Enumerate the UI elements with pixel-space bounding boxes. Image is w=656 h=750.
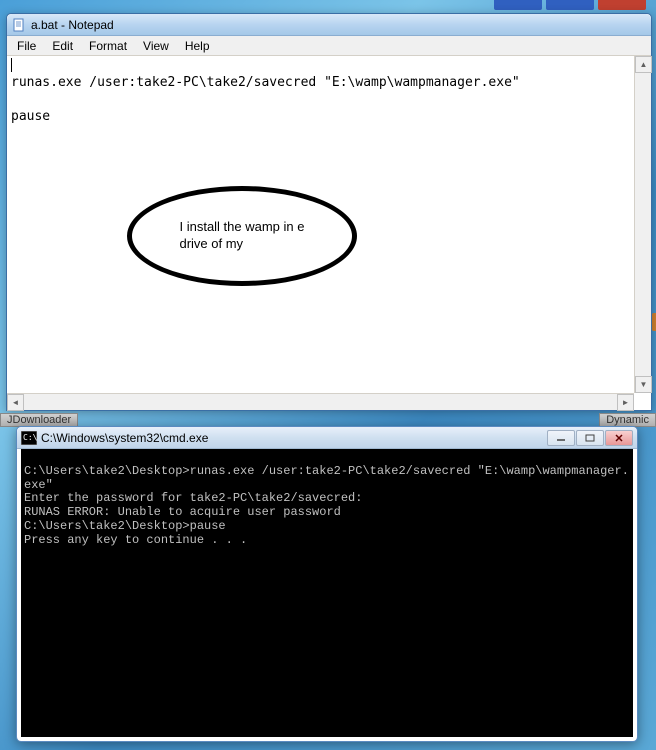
fragment-blue (546, 0, 594, 10)
scroll-right-icon[interactable]: ► (617, 394, 634, 411)
menu-view[interactable]: View (135, 37, 177, 55)
notepad-window: a.bat - Notepad File Edit Format View He… (6, 13, 652, 411)
svg-text:C:\: C:\ (23, 433, 37, 442)
notepad-menubar: File Edit Format View Help (7, 36, 651, 56)
background-window-fragments (494, 0, 646, 10)
cmd-title: C:\Windows\system32\cmd.exe (41, 431, 547, 445)
scroll-up-icon[interactable]: ▲ (635, 56, 652, 73)
editor-content: runas.exe /user:take2-PC\take2/savecred … (11, 58, 520, 126)
close-button[interactable] (605, 430, 633, 446)
annotation-text: I install the wamp in e drive of my (149, 219, 334, 253)
cmd-window: C:\ C:\Windows\system32\cmd.exe C:\Users… (16, 426, 638, 742)
taskbar-item-jdownloader[interactable]: JDownloader (0, 413, 78, 427)
menu-help[interactable]: Help (177, 37, 218, 55)
taskbar-fragment: JDownloader Dynamic (0, 413, 656, 427)
maximize-icon (585, 434, 595, 442)
menu-edit[interactable]: Edit (44, 37, 81, 55)
maximize-button[interactable] (576, 430, 604, 446)
menu-format[interactable]: Format (81, 37, 135, 55)
vertical-scrollbar[interactable]: ▲ ▼ (634, 56, 651, 393)
horizontal-scrollbar[interactable]: ◄ ► (7, 393, 634, 410)
text-cursor (11, 58, 12, 72)
cmd-titlebar[interactable]: C:\ C:\Windows\system32\cmd.exe (17, 427, 637, 449)
cmd-output[interactable]: C:\Users\take2\Desktop>runas.exe /user:t… (21, 449, 633, 737)
notepad-editor[interactable]: runas.exe /user:take2-PC\take2/savecred … (7, 56, 651, 410)
menu-file[interactable]: File (9, 37, 44, 55)
minimize-icon (556, 434, 566, 442)
notepad-titlebar[interactable]: a.bat - Notepad (7, 14, 651, 36)
cmd-window-controls (547, 430, 633, 446)
fragment-blue (494, 0, 542, 10)
minimize-button[interactable] (547, 430, 575, 446)
annotation-ellipse: I install the wamp in e drive of my (127, 186, 357, 286)
cmd-icon: C:\ (21, 431, 37, 445)
notepad-icon (11, 17, 27, 33)
fragment-red (598, 0, 646, 10)
close-icon (614, 434, 624, 442)
taskbar-item-dynamic[interactable]: Dynamic (599, 413, 656, 427)
scroll-left-icon[interactable]: ◄ (7, 394, 24, 411)
notepad-title: a.bat - Notepad (31, 18, 647, 32)
scroll-down-icon[interactable]: ▼ (635, 376, 652, 393)
